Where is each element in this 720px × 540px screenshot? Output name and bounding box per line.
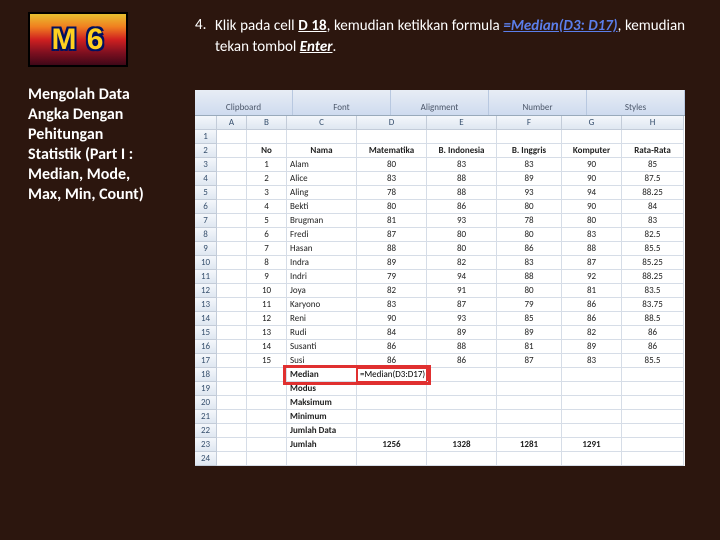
module-description: Mengolah Data Angka Dengan Pehitungan St… — [28, 85, 158, 205]
ribbon-group: Alignment — [391, 90, 489, 115]
step-number: 4. — [195, 16, 215, 58]
ribbon-group: Number — [489, 90, 587, 115]
spreadsheet-grid: ABCDEFGH12NoNamaMatematikaB. IndonesiaB.… — [195, 116, 685, 466]
badge-text: M 6 — [51, 23, 104, 57]
ribbon-group: Clipboard — [195, 90, 293, 115]
ribbon-group: Styles — [587, 90, 685, 115]
step-text: Klik pada cell D 18, kemudian ketikkan f… — [215, 16, 685, 58]
instruction-step: 4. Klik pada cell D 18, kemudian ketikka… — [195, 16, 685, 58]
excel-screenshot: Clipboard Font Alignment Number Styles A… — [195, 90, 685, 466]
ribbon-group: Font — [293, 90, 391, 115]
module-badge: M 6 — [28, 12, 128, 67]
ribbon: Clipboard Font Alignment Number Styles — [195, 90, 685, 116]
